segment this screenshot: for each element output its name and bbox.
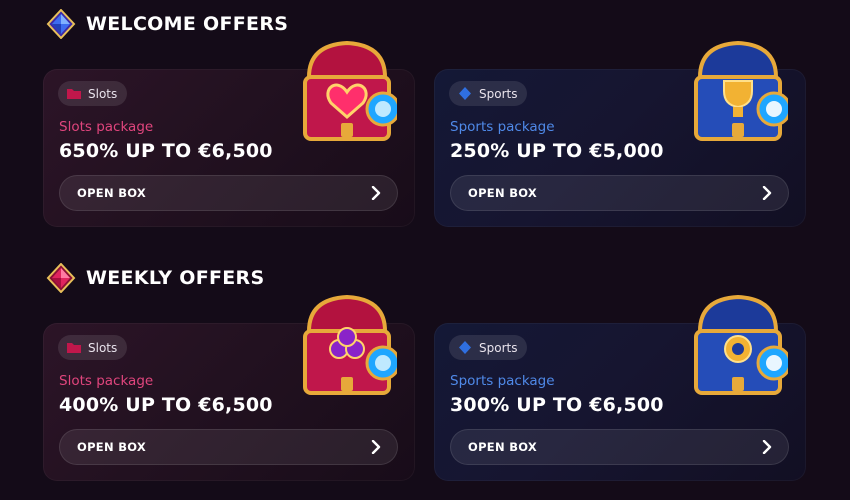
open-box-button[interactable]: OPEN BOX — [450, 429, 789, 465]
open-box-label: OPEN BOX — [468, 440, 538, 454]
weekly-slots-card[interactable]: Slots Slots package 400% UP TO €6,500 OP… — [43, 294, 415, 481]
blue-diamond-icon — [46, 9, 76, 39]
open-box-button[interactable]: OPEN BOX — [59, 429, 398, 465]
package-name: Sports package — [450, 119, 555, 135]
sports-diamond-icon — [459, 341, 471, 354]
chevron-right-icon — [371, 440, 381, 454]
open-box-label: OPEN BOX — [77, 440, 147, 454]
welcome-offers-heading: WELCOME OFFERS — [46, 9, 288, 39]
package-name: Slots package — [59, 119, 154, 135]
weekly-offers-title: WEEKLY OFFERS — [86, 267, 265, 289]
open-box-label: OPEN BOX — [468, 186, 538, 200]
welcome-offers-title: WELCOME OFFERS — [86, 13, 289, 35]
sports-treasure-chest-icon — [694, 294, 788, 395]
weekly-offers-heading: WEEKLY OFFERS — [46, 263, 264, 293]
open-box-button[interactable]: OPEN BOX — [450, 175, 789, 211]
sports-tag: Sports — [449, 335, 528, 360]
welcome-sports-card[interactable]: Sports Sports package 250% UP TO €5,000 … — [434, 40, 806, 227]
open-box-label: OPEN BOX — [77, 186, 147, 200]
offer-headline: 400% UP TO €6,500 — [59, 394, 273, 416]
sports-tag: Sports — [449, 81, 528, 106]
slots-tag-label: Slots — [88, 86, 118, 101]
offer-headline: 650% UP TO €6,500 — [59, 140, 273, 162]
sports-tag-label: Sports — [479, 340, 518, 355]
offer-headline: 300% UP TO €6,500 — [450, 394, 664, 416]
slots-tag-label: Slots — [88, 340, 118, 355]
slots-treasure-chest-icon — [303, 294, 397, 395]
package-name: Sports package — [450, 373, 555, 389]
sports-tag-label: Sports — [479, 86, 518, 101]
chevron-right-icon — [762, 440, 772, 454]
slots-folder-icon — [67, 89, 81, 99]
chevron-right-icon — [762, 186, 772, 200]
offers-page: WELCOME OFFERS Slots Slots package 650% … — [0, 0, 850, 500]
open-box-button[interactable]: OPEN BOX — [59, 175, 398, 211]
slots-folder-icon — [67, 343, 81, 353]
slots-tag: Slots — [58, 81, 128, 106]
weekly-sports-card[interactable]: Sports Sports package 300% UP TO €6,500 … — [434, 294, 806, 481]
welcome-slots-card[interactable]: Slots Slots package 650% UP TO €6,500 OP… — [43, 40, 415, 227]
red-diamond-icon — [46, 263, 76, 293]
sports-treasure-chest-icon — [694, 40, 788, 141]
chevron-right-icon — [371, 186, 381, 200]
sports-diamond-icon — [459, 87, 471, 100]
package-name: Slots package — [59, 373, 154, 389]
slots-treasure-chest-icon — [303, 40, 397, 141]
offer-headline: 250% UP TO €5,000 — [450, 140, 664, 162]
slots-tag: Slots — [58, 335, 128, 360]
